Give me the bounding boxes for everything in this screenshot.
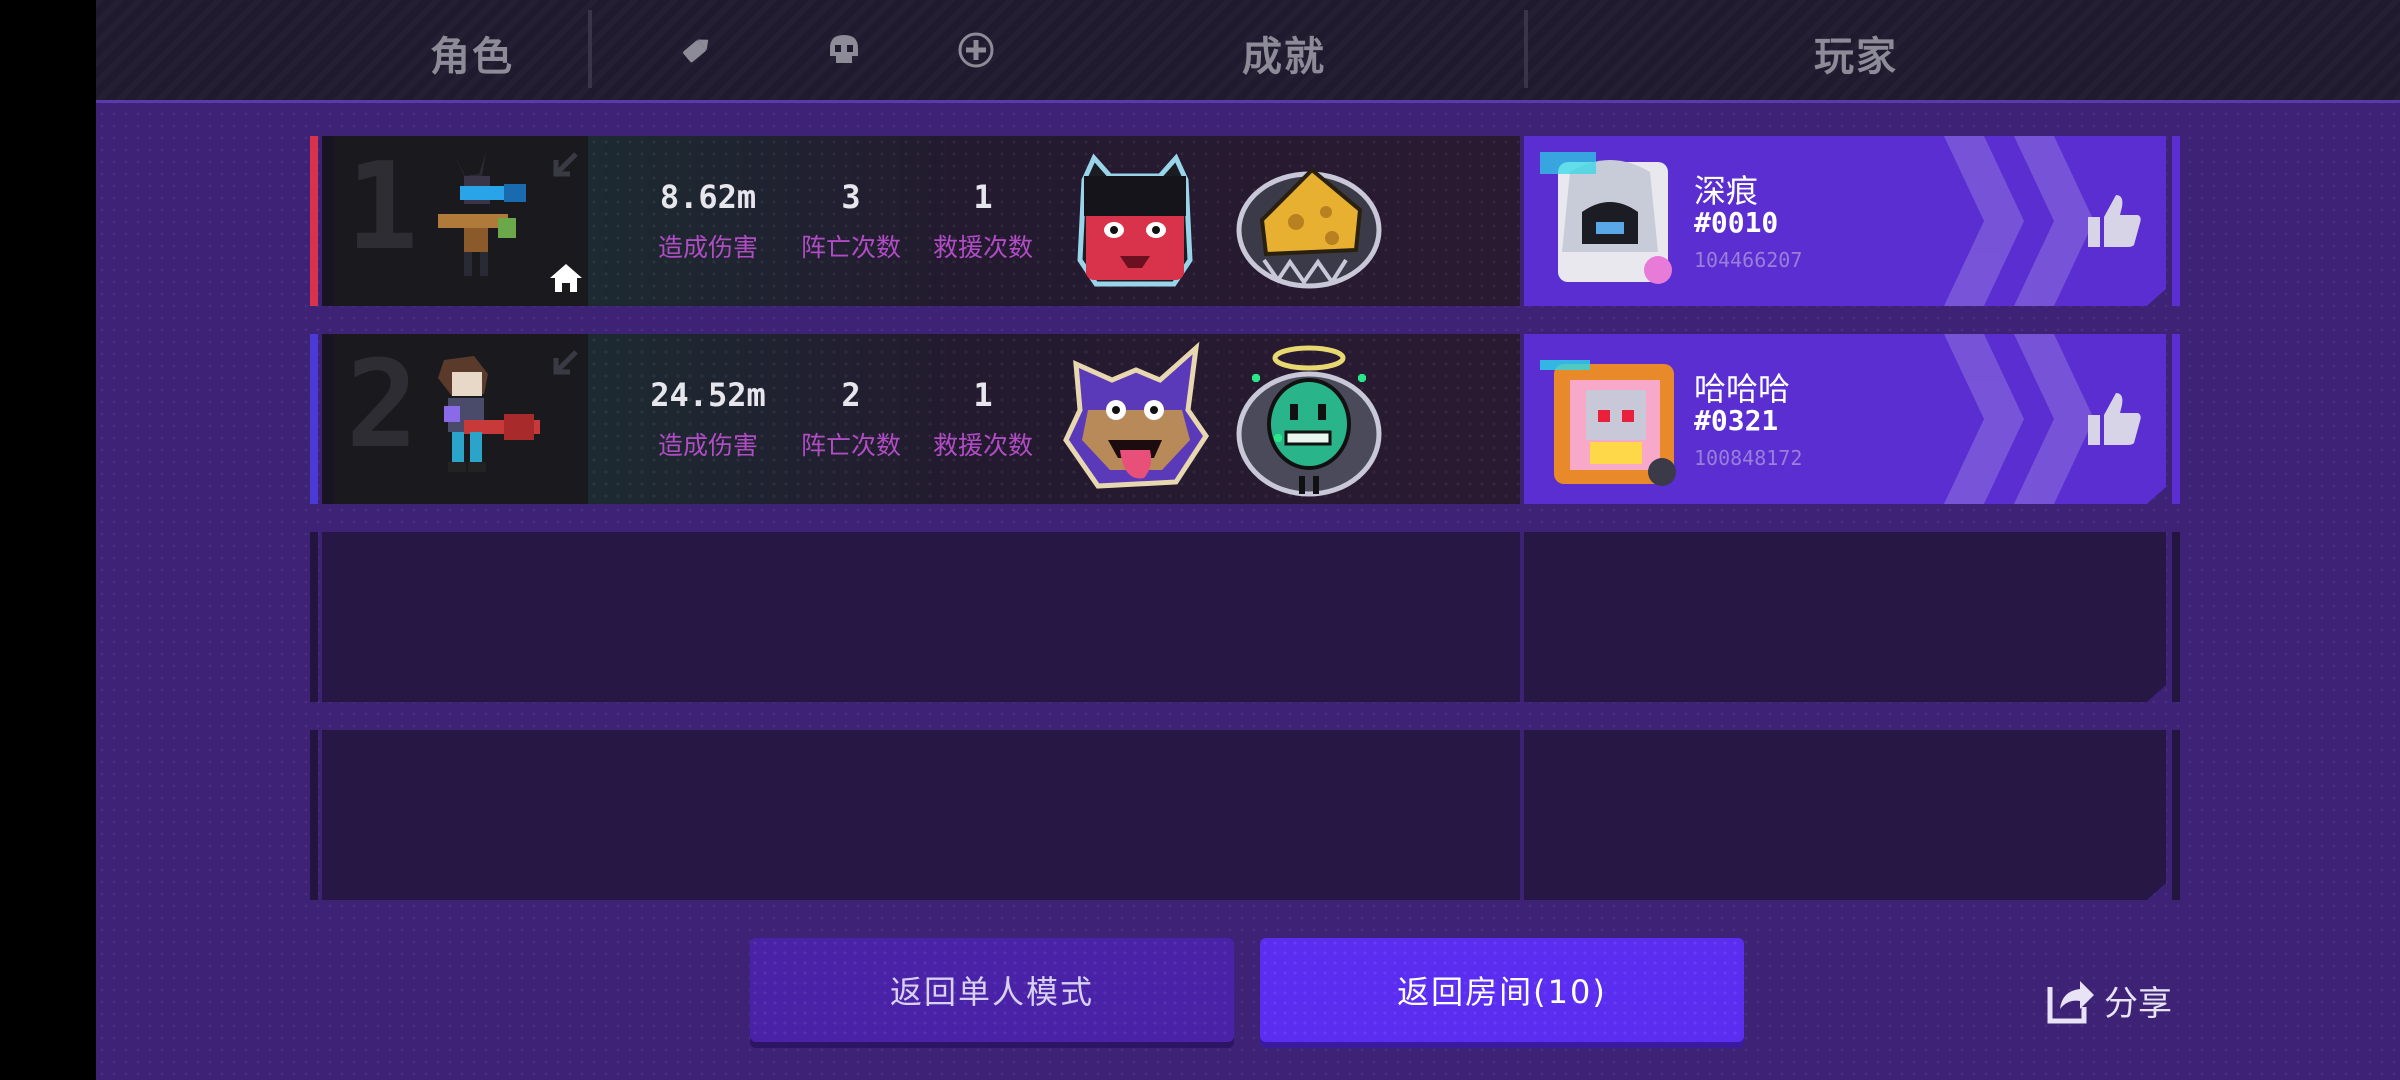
character-sprite-icon — [438, 152, 526, 276]
thumbs-up-like-icon[interactable] — [2084, 191, 2144, 251]
row-accent-right — [2172, 136, 2180, 306]
deaths-value: 2 — [841, 376, 861, 414]
rescues-label: 救援次数 — [932, 431, 1033, 460]
deaths-label: 阵亡次数 — [800, 233, 901, 262]
row-stats-panel: 2 24.52m 造成伤害 2 阵亡次数 1 救援次数 — [322, 334, 1520, 504]
results-header: 角色 成就 玩家 — [96, 0, 2400, 103]
player-avatar-icon — [1540, 360, 1676, 486]
share-icon — [2047, 981, 2094, 1024]
damage-label: 造成伤害 — [657, 233, 758, 262]
results-screen: 角色 成就 玩家 1 8.62m 造成伤害 3 阵亡次数 1 救援次数 深痕 #… — [96, 0, 2400, 1080]
header-divider — [1524, 10, 1528, 88]
header-achievement: 成就 — [1242, 34, 1326, 80]
deaths-value: 3 — [841, 178, 861, 216]
player-row-1: 1 8.62m 造成伤害 3 阵亡次数 1 救援次数 深痕 #0010 1044… — [310, 136, 2182, 306]
character-sprite-icon — [438, 356, 540, 472]
cheese-badge-icon[interactable] — [1234, 150, 1384, 292]
damage-value: 24.52m — [650, 376, 766, 414]
character-portrait: 2 — [334, 334, 588, 504]
header-player: 玩家 — [1814, 34, 1898, 80]
bullet-icon — [683, 39, 709, 63]
downgrade-arrow-icon — [553, 350, 578, 375]
player-id: 100848172 — [1694, 446, 1803, 470]
player-avatar-icon — [1540, 152, 1672, 284]
deaths-label: 阵亡次数 — [800, 431, 901, 460]
header-divider — [588, 10, 592, 88]
header-character: 角色 — [430, 34, 514, 80]
back-to-room-button[interactable]: 返回房间(10) — [1260, 938, 1744, 1042]
red-demon-girl-badge-icon[interactable] — [1064, 150, 1206, 292]
purple-wolf-badge-icon[interactable] — [1058, 340, 1214, 496]
skull-icon — [830, 35, 858, 63]
player-id: 104466207 — [1694, 248, 1803, 272]
character-portrait: 1 — [334, 136, 588, 306]
row-stats-panel: 1 8.62m 造成伤害 3 阵亡次数 1 救援次数 — [322, 136, 1520, 306]
empty-slot-row — [310, 532, 2182, 702]
row-accent — [310, 334, 318, 504]
rank-number: 1 — [346, 138, 419, 277]
row-accent-right — [2172, 334, 2180, 504]
rescues-value: 1 — [973, 376, 993, 414]
back-to-single-mode-button[interactable]: 返回单人模式 — [750, 938, 1234, 1042]
rescues-label: 救援次数 — [932, 233, 1033, 262]
host-home-icon — [550, 264, 582, 292]
player-row-2: 2 24.52m 造成伤害 2 阵亡次数 1 救援次数 哈哈哈 #0321 10… — [310, 334, 2182, 504]
rescues-value: 1 — [973, 178, 993, 216]
player-tag: #0010 — [1694, 206, 1779, 239]
thumbs-up-like-icon[interactable] — [2084, 389, 2144, 449]
player-card[interactable]: 哈哈哈 #0321 100848172 — [1524, 334, 2166, 504]
green-angel-blob-badge-icon[interactable] — [1234, 342, 1384, 498]
row-accent — [310, 136, 318, 306]
damage-label: 造成伤害 — [657, 431, 758, 460]
revive-icon — [958, 32, 994, 68]
damage-value: 8.62m — [659, 178, 757, 216]
share-label: 分享 — [2104, 983, 2172, 1024]
player-tag: #0321 — [1694, 404, 1779, 437]
player-card[interactable]: 深痕 #0010 104466207 — [1524, 136, 2166, 306]
downgrade-arrow-icon — [553, 152, 578, 177]
share-button[interactable]: 分享 — [2044, 970, 2172, 1030]
empty-slot-row — [310, 730, 2182, 900]
